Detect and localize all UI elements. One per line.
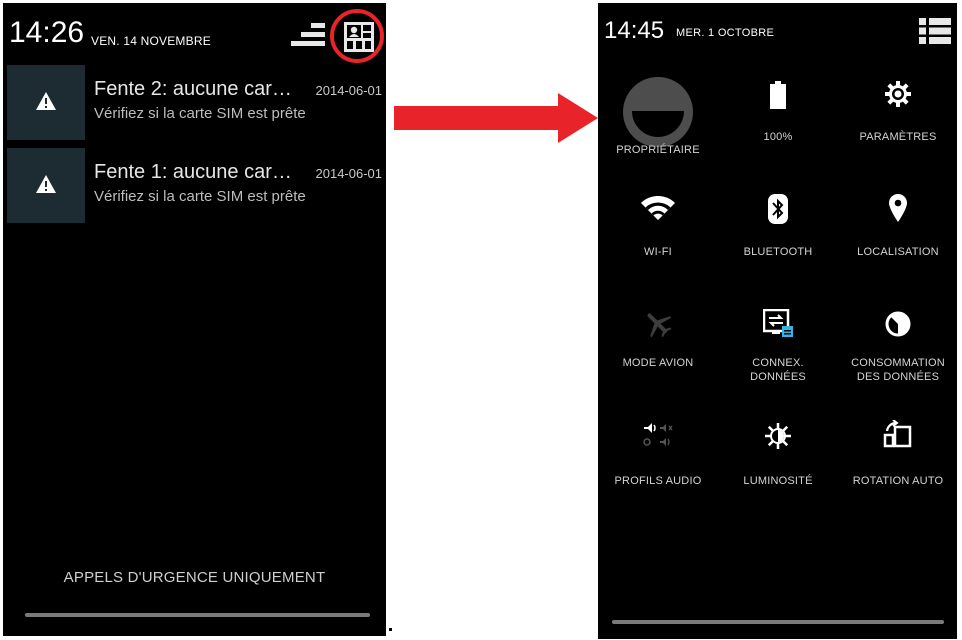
bluetooth-icon	[768, 194, 788, 224]
notification-text: Vérifiez si la carte SIM est prête	[94, 105, 306, 122]
tile-owner[interactable]: PROPRIÉTAIRE	[598, 63, 718, 163]
gear-icon	[885, 81, 911, 107]
auto-rotate-icon	[883, 420, 912, 448]
brightness-icon	[765, 423, 791, 449]
owner-avatar	[623, 77, 693, 147]
tile-label: CONSOMMATION DES DONNÉES	[838, 356, 957, 384]
tile-label: BLUETOOTH	[743, 246, 813, 258]
drag-handle[interactable]	[612, 620, 944, 624]
tile-label: ROTATION AUTO	[852, 475, 944, 487]
tile-label: MODE AVION	[622, 357, 694, 369]
notification-icon-box	[7, 65, 85, 140]
tile-label: CONNEX. DONNÉES	[718, 356, 838, 384]
tile-location[interactable]: LOCALISATION	[838, 178, 957, 278]
warning-icon	[36, 92, 56, 110]
notification-item-slot-2[interactable]: Fente 2: aucune car… 2014-06-01 Vérifiez…	[7, 65, 382, 140]
tile-label: 100%	[763, 131, 793, 143]
tile-label-line: CONNEX.	[752, 357, 804, 369]
tile-audio-profiles[interactable]: PROFILS AUDIO	[598, 408, 718, 508]
battery-icon	[770, 81, 786, 109]
tile-wifi[interactable]: WI-FI	[598, 178, 718, 278]
tile-label: PROPRIÉTAIRE	[616, 144, 700, 156]
notification-item-slot-1[interactable]: Fente 1: aucune car… 2014-06-01 Vérifiez…	[7, 148, 382, 223]
warning-icon	[36, 175, 56, 193]
notification-title: Fente 1: aucune car…	[94, 161, 292, 183]
transition-arrow	[394, 93, 598, 143]
tile-label: LOCALISATION	[857, 246, 939, 258]
tile-label-line: CONSOMMATION	[851, 357, 945, 369]
notification-text: Vérifiez si la carte SIM est prête	[94, 188, 306, 205]
tile-settings[interactable]: PARAMÈTRES	[838, 63, 957, 163]
drag-handle[interactable]	[25, 613, 370, 617]
tile-airplane-mode[interactable]: MODE AVION	[598, 293, 718, 393]
tile-bluetooth[interactable]: BLUETOOTH	[718, 178, 838, 278]
stray-dot	[389, 628, 392, 631]
tile-label-line: DONNÉES	[750, 371, 806, 383]
notification-shade-screen: 14:26 VEN. 14 NOVEMBRE Fente 2: aucune c…	[3, 3, 386, 636]
tile-data-usage[interactable]: CONSOMMATION DES DONNÉES	[838, 293, 957, 393]
clock: 14:26	[9, 16, 85, 49]
date: MER. 1 OCTOBRE	[676, 27, 775, 39]
data-connection-icon	[763, 309, 793, 337]
notification-time: 2014-06-01	[315, 166, 383, 181]
tile-auto-rotate[interactable]: ROTATION AUTO	[838, 408, 957, 508]
tile-label: LUMINOSITÉ	[743, 475, 813, 487]
wifi-icon	[641, 196, 675, 220]
clear-notifications-icon[interactable]	[291, 23, 325, 49]
location-pin-icon	[889, 194, 907, 222]
tile-label-line: DES DONNÉES	[856, 371, 940, 383]
highlight-circle	[330, 9, 384, 63]
date: VEN. 14 NOVEMBRE	[91, 34, 211, 48]
tile-battery[interactable]: 100%	[718, 63, 838, 163]
data-usage-icon	[885, 311, 911, 337]
tile-label: PARAMÈTRES	[859, 131, 937, 143]
emergency-calls-label: APPELS D'URGENCE UNIQUEMENT	[63, 569, 326, 586]
clock: 14:45	[604, 17, 665, 44]
airplane-icon	[647, 313, 672, 338]
tile-brightness[interactable]: LUMINOSITÉ	[718, 408, 838, 508]
notification-title: Fente 2: aucune car…	[94, 78, 292, 100]
tile-data-connection[interactable]: CONNEX. DONNÉES	[718, 293, 838, 393]
notification-time: 2014-06-01	[315, 83, 383, 98]
tile-label: WI-FI	[644, 246, 672, 258]
settings-list-icon[interactable]	[919, 18, 951, 44]
audio-profiles-icon	[643, 423, 673, 446]
notification-icon-box	[7, 148, 85, 223]
status-bar: 14:26 VEN. 14 NOVEMBRE	[3, 3, 386, 65]
quick-settings-screen: 14:45 MER. 1 OCTOBRE PROPRIÉTAIRE 100% P…	[598, 3, 957, 639]
tile-label: PROFILS AUDIO	[614, 475, 702, 487]
